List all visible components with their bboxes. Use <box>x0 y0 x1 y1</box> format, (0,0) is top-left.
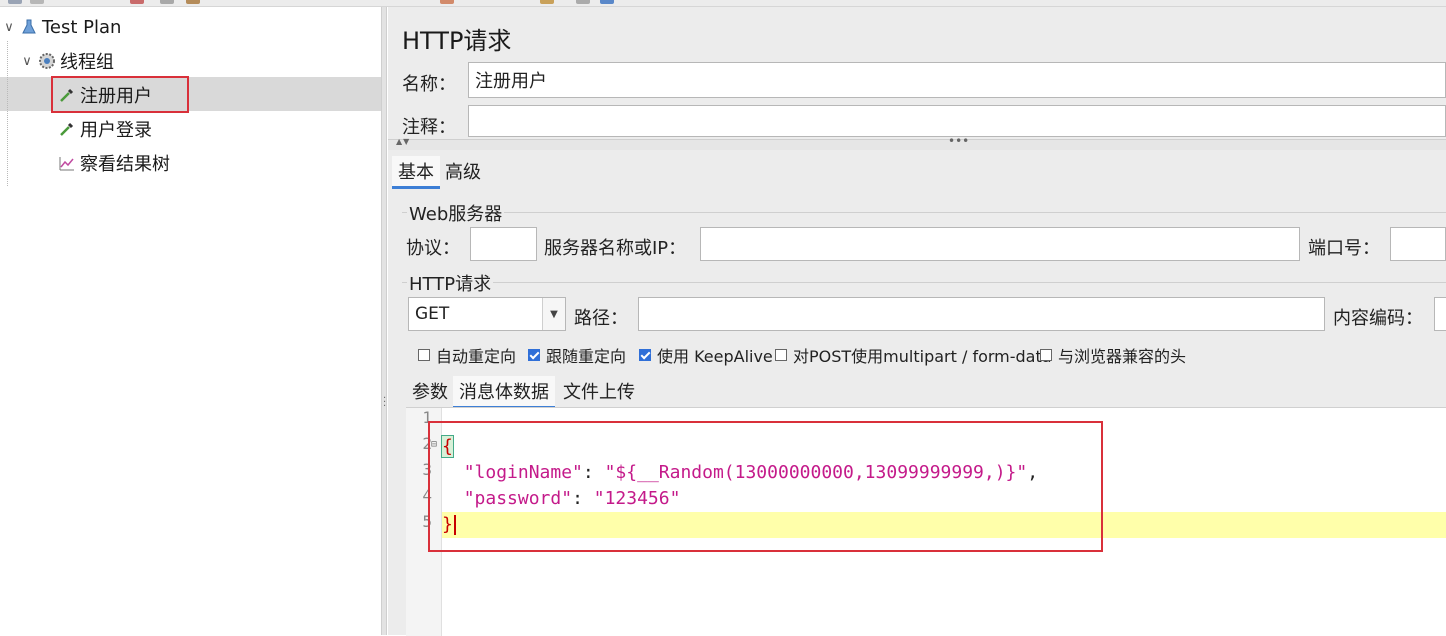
browser-compatible-headers-checkbox[interactable]: 与浏览器兼容的头 <box>1040 343 1186 367</box>
toolbar-icon[interactable] <box>160 0 174 4</box>
keepalive-checkbox[interactable]: 使用 KeepAlive <box>639 343 773 367</box>
checkbox-label: 跟随重定向 <box>546 347 627 366</box>
follow-auto-redirect-checkbox[interactable]: 自动重定向 <box>418 343 516 367</box>
toolbar-icon[interactable] <box>8 0 22 4</box>
path-input[interactable] <box>638 297 1325 331</box>
name-input[interactable]: 注册用户 <box>468 62 1446 98</box>
checkbox-icon[interactable] <box>1040 349 1052 361</box>
tab-advanced[interactable]: 高级 <box>439 156 487 186</box>
tab-parameters[interactable]: 参数 <box>406 376 454 406</box>
tree-node-label: Test Plan <box>42 16 122 38</box>
group-border <box>402 212 1446 213</box>
tab-file-upload[interactable]: 文件上传 <box>557 376 641 406</box>
encoding-input[interactable] <box>1434 297 1446 331</box>
follow-redirects-checkbox[interactable]: 跟随重定向 <box>528 343 626 367</box>
toolbar-icon[interactable] <box>30 0 44 4</box>
checkbox-label: 与浏览器兼容的头 <box>1058 347 1187 366</box>
tree-node-label: 用户登录 <box>80 120 152 141</box>
checkbox-label: 对POST使用multipart / form-data <box>793 347 1052 366</box>
pipette-icon <box>58 120 76 138</box>
chevron-down-icon[interactable]: ▼ <box>542 298 565 330</box>
toolbar-icon[interactable] <box>576 0 590 4</box>
expand-icon[interactable]: ∨ <box>2 20 16 35</box>
checkbox-label: 自动重定向 <box>436 347 517 366</box>
toolbar-icon[interactable] <box>600 0 614 4</box>
checkbox-icon[interactable] <box>418 349 430 361</box>
toolbar <box>0 0 1446 7</box>
encoding-label: 内容编码： <box>1333 308 1423 329</box>
multipart-checkbox[interactable]: 对POST使用multipart / form-data <box>775 343 1052 367</box>
collapse-arrows-icon[interactable]: ▲▼ <box>396 137 410 146</box>
http-request-group-title: HTTP请求 <box>407 270 494 296</box>
comment-input[interactable] <box>468 105 1446 137</box>
checkbox-checked-icon[interactable] <box>528 349 540 361</box>
tree-node-label: 线程组 <box>60 52 114 73</box>
splitter-dots-icon: ••• <box>948 134 970 148</box>
tree-node-test-plan[interactable]: ∨ Test Plan <box>2 10 121 44</box>
port-label: 端口号： <box>1308 238 1380 259</box>
checkbox-icon[interactable] <box>775 349 787 361</box>
toolbar-icon[interactable] <box>540 0 554 4</box>
tree-node-thread-group[interactable]: ∨ 线程组 <box>20 44 114 78</box>
tree-node-label: 察看结果树 <box>80 154 170 175</box>
comment-label: 注释： <box>402 117 456 138</box>
splitter-grip-icon: · · · <box>383 393 387 412</box>
tree-guide-line <box>7 41 9 186</box>
tab-body-data[interactable]: 消息体数据 <box>453 376 555 409</box>
toolbar-icon[interactable] <box>440 0 454 4</box>
panel-title: HTTP请求 <box>402 27 512 55</box>
expand-icon[interactable]: ∨ <box>20 54 34 69</box>
group-border <box>402 282 1446 283</box>
checkbox-checked-icon[interactable] <box>639 349 651 361</box>
method-select[interactable]: GET ▼ <box>408 297 566 331</box>
comment-splitter[interactable]: ▲▼ ••• <box>388 134 1446 150</box>
web-server-group-title: Web服务器 <box>407 200 505 226</box>
toolbar-icon[interactable] <box>130 0 144 4</box>
flask-icon <box>20 18 38 36</box>
gear-icon <box>38 52 56 70</box>
protocol-input[interactable] <box>470 227 537 261</box>
annotation-highlight-box <box>51 76 189 113</box>
vertical-splitter[interactable]: · · · <box>381 7 387 635</box>
checkbox-label: 使用 KeepAlive <box>657 347 773 366</box>
tab-basic[interactable]: 基本 <box>392 156 440 189</box>
test-plan-tree: ∨ Test Plan ∨ 线程组 注册用户 用户登录 察看结果树 <box>0 7 381 635</box>
tree-node-view-results-tree[interactable]: 察看结果树 <box>58 146 170 180</box>
method-value: GET <box>415 304 450 324</box>
server-label: 服务器名称或IP： <box>544 238 687 259</box>
annotation-highlight-box <box>428 421 1103 552</box>
chart-icon <box>58 154 76 172</box>
protocol-label: 协议： <box>406 238 460 259</box>
name-label: 名称： <box>402 74 456 95</box>
port-input[interactable] <box>1390 227 1446 261</box>
tree-node-user-login[interactable]: 用户登录 <box>58 112 152 146</box>
toolbar-icon[interactable] <box>186 0 200 4</box>
server-input[interactable] <box>700 227 1300 261</box>
path-label: 路径： <box>574 308 628 329</box>
http-request-panel: HTTP请求 名称： 注册用户 注释： ▲▼ ••• 基本 高级 Web服务器 … <box>388 7 1446 636</box>
